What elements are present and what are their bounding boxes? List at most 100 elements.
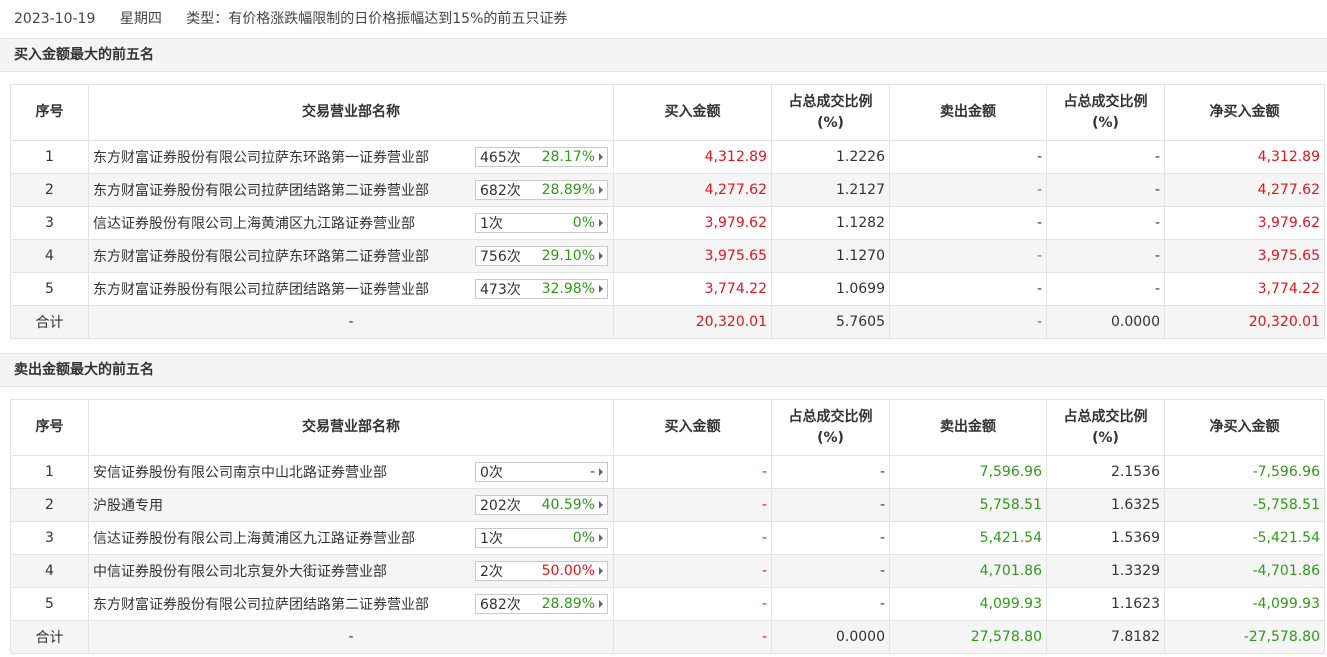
expand-arrow-icon [599, 501, 603, 509]
appear-count: 1次 [480, 531, 503, 547]
buy-section-title: 买入金额最大的前五名 [0, 38, 1327, 72]
sell-amount: - [889, 206, 1047, 240]
expand-arrow-icon [599, 468, 603, 476]
total-label: 合计 [10, 305, 89, 339]
broker-name-link[interactable]: 东方财富证券股份有限公司拉萨团结路第二证券营业部 [93, 594, 429, 614]
row-index: 4 [10, 239, 89, 273]
total-row: 合计 -20,320.01 5.7605-0.0000 20,320.01 [10, 305, 1325, 339]
sell-amount: 5,421.54 [889, 521, 1047, 555]
win-rate: 28.89% [541, 182, 595, 198]
table-row: 3 信达证券股份有限公司上海黄浦区九江路证券营业部 1次 0% - -5,421.54 1.… [10, 521, 1325, 555]
col-sell: 卖出金额 [889, 84, 1047, 141]
win-rate: 0% [572, 530, 595, 546]
broker-history-dropdown[interactable]: 0次 - [475, 462, 608, 482]
col-buy-ratio: 占总成交比例 (%) [771, 399, 890, 456]
broker-name-link[interactable]: 东方财富证券股份有限公司拉萨团结路第二证券营业部 [93, 180, 429, 200]
broker-name-link[interactable]: 中信证券股份有限公司北京复外大街证券营业部 [93, 561, 387, 581]
broker-cell: 东方财富证券股份有限公司拉萨东环路第二证券营业部 756次 29.10% [88, 239, 614, 273]
broker-history-dropdown[interactable]: 465次 28.17% [475, 147, 608, 167]
broker-history-dropdown[interactable]: 1次 0% [475, 528, 608, 548]
col-buy: 买入金额 [613, 399, 772, 456]
win-rate: 32.98% [541, 281, 595, 297]
win-rate: 28.89% [541, 596, 595, 612]
sell-ratio: 1.3329 [1046, 554, 1165, 588]
row-index: 2 [10, 173, 89, 207]
expand-arrow-icon [599, 567, 603, 575]
buy-ratio: - [771, 488, 890, 522]
sell-amount: 4,099.93 [889, 587, 1047, 621]
buy-amount: 3,774.22 [613, 272, 772, 306]
buy-amount: - [613, 455, 772, 489]
sell-amount: 4,701.86 [889, 554, 1047, 588]
sell-ratio: 2.1536 [1046, 455, 1165, 489]
broker-cell: 信达证券股份有限公司上海黄浦区九江路证券营业部 1次 0% [88, 521, 614, 555]
col-index: 序号 [10, 84, 89, 141]
sell-ratio: - [1046, 173, 1165, 207]
buy-ratio: - [771, 521, 890, 555]
sell-section-title: 卖出金额最大的前五名 [0, 353, 1327, 387]
win-rate: 29.10% [541, 248, 595, 264]
col-broker: 交易营业部名称 [88, 399, 614, 456]
net-amount: -5,758.51 [1164, 488, 1325, 522]
net-amount: -5,421.54 [1164, 521, 1325, 555]
broker-name-link[interactable]: 东方财富证券股份有限公司拉萨东环路第一证券营业部 [93, 147, 429, 167]
col-buy-ratio: 占总成交比例 (%) [771, 84, 890, 141]
broker-history-dropdown[interactable]: 682次 28.89% [475, 594, 608, 614]
col-sell: 卖出金额 [889, 399, 1047, 456]
sell-amount: 5,758.51 [889, 488, 1047, 522]
broker-history-dropdown[interactable]: 2次 50.00% [475, 561, 608, 581]
total-sell: - [889, 305, 1047, 339]
total-net: -27,578.80 [1164, 620, 1325, 654]
info-bar: 2023-10-19 星期四 类型：有价格涨跌幅限制的日价格振幅达到15%的前五… [0, 0, 1327, 38]
row-index: 3 [10, 206, 89, 240]
buy-amount: - [613, 587, 772, 621]
buy-amount: 4,312.89 [613, 140, 772, 174]
sell-ratio: 1.5369 [1046, 521, 1165, 555]
broker-cell: 安信证券股份有限公司南京中山北路证券营业部 0次 - [88, 455, 614, 489]
broker-history-dropdown[interactable]: 682次 28.89% [475, 180, 608, 200]
table-row: 3 信达证券股份有限公司上海黄浦区九江路证券营业部 1次 0% 3,979.62 1.12… [10, 206, 1325, 240]
expand-arrow-icon [599, 534, 603, 542]
row-index: 5 [10, 587, 89, 621]
broker-history-dropdown[interactable]: 473次 32.98% [475, 279, 608, 299]
total-buy-ratio: 5.7605 [771, 305, 890, 339]
win-rate: 50.00% [541, 563, 595, 579]
broker-history-dropdown[interactable]: 1次 0% [475, 213, 608, 233]
broker-name-link[interactable]: 东方财富证券股份有限公司拉萨东环路第二证券营业部 [93, 246, 429, 266]
row-index: 1 [10, 140, 89, 174]
broker-name-link[interactable]: 安信证券股份有限公司南京中山北路证券营业部 [93, 462, 387, 482]
sell-amount: - [889, 239, 1047, 273]
broker-history-dropdown[interactable]: 202次 40.59% [475, 495, 608, 515]
weekday: 星期四 [119, 11, 162, 27]
sell-ratio: - [1046, 239, 1165, 273]
broker-cell: 信达证券股份有限公司上海黄浦区九江路证券营业部 1次 0% [88, 206, 614, 240]
buy-amount: - [613, 554, 772, 588]
expand-arrow-icon [599, 186, 603, 194]
net-amount: 4,277.62 [1164, 173, 1325, 207]
broker-name-link[interactable]: 东方财富证券股份有限公司拉萨团结路第一证券营业部 [93, 279, 429, 299]
buy-table-body: 1 东方财富证券股份有限公司拉萨东环路第一证券营业部 465次 28.17% 4,312… [10, 140, 1325, 339]
broker-history-dropdown[interactable]: 756次 29.10% [475, 246, 608, 266]
broker-name-link[interactable]: 沪股通专用 [93, 495, 163, 515]
buy-ratio: 1.1270 [771, 239, 890, 273]
net-amount: 3,979.62 [1164, 206, 1325, 240]
broker-name-link[interactable]: 信达证券股份有限公司上海黄浦区九江路证券营业部 [93, 213, 415, 233]
expand-arrow-icon [599, 252, 603, 260]
col-index: 序号 [10, 399, 89, 456]
broker-cell: 沪股通专用 202次 40.59% [88, 488, 614, 522]
total-buy: - [613, 620, 772, 654]
appear-count: 756次 [480, 249, 521, 265]
broker-cell: 东方财富证券股份有限公司拉萨团结路第一证券营业部 473次 32.98% [88, 272, 614, 306]
total-label: 合计 [10, 620, 89, 654]
broker-cell: 东方财富证券股份有限公司拉萨东环路第一证券营业部 465次 28.17% [88, 140, 614, 174]
sell-ratio: 1.6325 [1046, 488, 1165, 522]
table-row: 4 中信证券股份有限公司北京复外大街证券营业部 2次 50.00% - -4,701.86… [10, 554, 1325, 588]
broker-name-link[interactable]: 信达证券股份有限公司上海黄浦区九江路证券营业部 [93, 528, 415, 548]
sell-ratio: - [1046, 206, 1165, 240]
total-row: 合计 - -0.0000 27,578.80 7.8182 -27,578.80 [10, 620, 1325, 654]
table-row: 1 东方财富证券股份有限公司拉萨东环路第一证券营业部 465次 28.17% 4,312… [10, 140, 1325, 174]
col-broker: 交易营业部名称 [88, 84, 614, 141]
appear-count: 682次 [480, 597, 521, 613]
table-row: 4 东方财富证券股份有限公司拉萨东环路第二证券营业部 756次 29.10% 3,975… [10, 239, 1325, 273]
net-amount: -7,596.96 [1164, 455, 1325, 489]
